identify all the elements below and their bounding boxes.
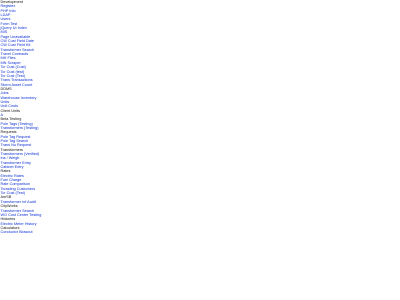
navigation-list: Development Registex PHP Info LDAP Users Form… <box>0 0 42 235</box>
nav-link-conductor-blowout[interactable]: Conductor Blowout <box>1 230 42 234</box>
